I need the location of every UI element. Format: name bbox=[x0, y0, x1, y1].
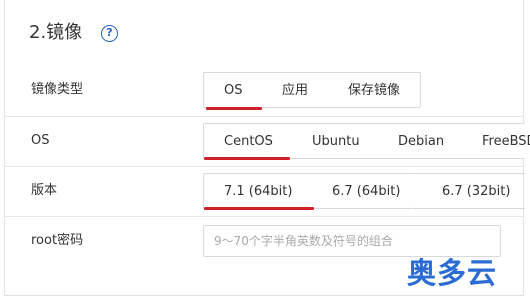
image-type-tabs: OS 应用 保存镜像 bbox=[203, 72, 421, 110]
tab-ubuntu[interactable]: Ubuntu bbox=[312, 124, 360, 160]
section-title: 2.镜像 bbox=[29, 22, 83, 43]
question-circle-icon[interactable]: ? bbox=[101, 25, 118, 42]
watermark-logo: 奥多云 bbox=[407, 256, 498, 290]
tab-version-71-64[interactable]: 7.1 (64bit) bbox=[224, 174, 292, 210]
selected-tab-indicator bbox=[204, 157, 290, 160]
tab-version-67-64[interactable]: 6.7 (64bit) bbox=[332, 174, 400, 210]
version-tabs: 7.1 (64bit) 6.7 (64bit) 6.7 (32bit) bbox=[203, 173, 510, 210]
version-tabs-border-ext bbox=[413, 173, 525, 209]
tab-os[interactable]: OS bbox=[224, 73, 242, 109]
selected-tab-indicator bbox=[206, 107, 262, 110]
tab-freebsd[interactable]: FreeBSD bbox=[482, 124, 530, 160]
tab-saved-image[interactable]: 保存镜像 bbox=[348, 73, 400, 109]
row-divider bbox=[5, 116, 523, 117]
image-type-label: 镜像类型 bbox=[31, 82, 84, 97]
selected-tab-indicator bbox=[204, 207, 314, 210]
tab-debian[interactable]: Debian bbox=[398, 124, 444, 160]
tab-app[interactable]: 应用 bbox=[282, 73, 308, 109]
root-password-label: root密码 bbox=[31, 233, 84, 248]
image-settings-panel: 2.镜像 ? 镜像类型 OS 应用 保存镜像 OS CentOS Ubuntu … bbox=[4, 0, 530, 296]
os-label: OS bbox=[31, 133, 50, 148]
row-divider bbox=[5, 166, 523, 167]
row-divider bbox=[5, 216, 523, 217]
os-tabs: CentOS Ubuntu Debian FreeBSD bbox=[203, 123, 530, 160]
version-label: 版本 bbox=[31, 183, 58, 198]
tab-centos[interactable]: CentOS bbox=[224, 124, 273, 160]
